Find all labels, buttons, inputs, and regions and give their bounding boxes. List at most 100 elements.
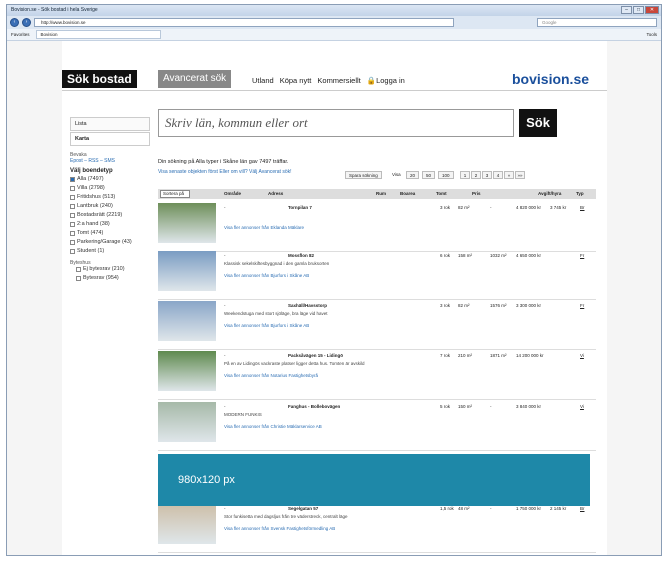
ad-banner[interactable]: 980x120 px (158, 454, 590, 506)
listing-type[interactable]: Vi (580, 353, 584, 358)
page-link[interactable]: » (504, 171, 514, 179)
bytes-checkbox[interactable]: Ej bytesrav (210) (76, 266, 150, 272)
listing-agent-link[interactable]: Visa fler annonser från Christie Mäklars… (224, 424, 322, 429)
nav-kommersiellt[interactable]: Kommersiellt (317, 76, 360, 85)
listing-address[interactable]: Segelgatan 57 (288, 506, 318, 511)
listing-type[interactable]: Fr (580, 253, 584, 258)
listing-agent-link[interactable]: Visa fler annonser från Notarius Fastigh… (224, 373, 318, 378)
listing-rooms: 7 rok (440, 353, 451, 358)
type-checkbox[interactable]: Student (1) (70, 248, 150, 254)
listing-agent-link[interactable]: Visa fler annonser från Bjurfors i Skåne… (224, 273, 309, 278)
listing-type[interactable]: Fr (580, 303, 584, 308)
type-checkbox[interactable]: Bostadsrätt (2219) (70, 212, 150, 218)
listing-photo[interactable] (158, 203, 216, 243)
listing-address[interactable]: Tornpilan 7 (288, 205, 312, 210)
listing-row[interactable]: - Fanghus - Bollebovägen 5 rok 150 m² - … (158, 402, 596, 448)
type-label: Alla (7497) (77, 176, 104, 182)
listing-photo[interactable] (158, 351, 216, 391)
listing-row[interactable]: - Packsåvägen 15 - Lidingö 7 rok 210 m² … (158, 351, 596, 397)
page-link[interactable]: »» (515, 171, 525, 179)
listing-area: - (224, 404, 226, 409)
listing-photo[interactable] (158, 301, 216, 341)
page-link[interactable]: 1 (460, 171, 470, 179)
close-icon[interactable]: ✕ (645, 6, 659, 14)
page-link[interactable]: 3 (482, 171, 492, 179)
url-input[interactable]: http://www.bovision.se (34, 18, 454, 27)
feeds-links[interactable]: Epost – RSS – SMS (70, 158, 150, 164)
listing-agent-link[interactable]: Visa fler annonser från Svensk Fastighet… (224, 526, 335, 531)
type-checkbox[interactable]: Villa (2798) (70, 185, 150, 191)
listing-type[interactable]: Br (580, 205, 585, 210)
listing-agent-link[interactable]: Visa fler annonser från Bjurfors i Skåne… (224, 323, 309, 328)
nav-kopa-nytt[interactable]: Köpa nytt (280, 76, 312, 85)
tab-sok-bostad[interactable]: Sök bostad (62, 70, 137, 88)
listing-area: - (224, 506, 226, 511)
save-search-button[interactable]: Spara sökning (345, 171, 382, 179)
type-checkbox[interactable]: 2:a hand (38) (70, 221, 150, 227)
map-view-button[interactable]: Karta (70, 132, 150, 146)
col-typ[interactable]: Typ (576, 191, 584, 196)
col-avgift[interactable]: Avgift/hyra (538, 191, 561, 196)
per-page-50[interactable]: 50 (422, 171, 436, 179)
listing-type[interactable]: Br (580, 506, 585, 511)
listing-row[interactable]: - Saxhäll/Havsstorp 3 rok 82 m² 1576 m² … (158, 301, 596, 347)
listing-agent-link[interactable]: Visa fler annonser från Eklanda Mäklare (224, 225, 304, 230)
listing-row[interactable]: - Segelgatan 57 1,5 rok 48 m² - 1 750 00… (158, 504, 596, 550)
bytes-checkbox[interactable]: Bytesrav (954) (76, 275, 150, 281)
listing-address[interactable]: Mossflon 82 (288, 253, 314, 258)
result-links[interactable]: Visa senaste objekten först Eller om vil… (158, 169, 292, 175)
nav-logga-in[interactable]: 🔒Logga in (367, 76, 405, 85)
tools-menu[interactable]: Tools (646, 32, 657, 37)
listing-address[interactable]: Packsåvägen 15 - Lidingö (288, 353, 343, 358)
maximize-icon[interactable]: □ (633, 6, 644, 14)
listing-row[interactable]: - Mossflon 82 6 rok 158 m² 1032 m² 4 650… (158, 251, 596, 297)
listing-photo[interactable] (158, 251, 216, 291)
listing-row[interactable]: - Tornpilan 7 3 rok 82 m² - 4 820 000 kr… (158, 203, 596, 249)
type-checkbox[interactable]: Fritidshus (513) (70, 194, 150, 200)
logo[interactable]: bovision.se (512, 71, 589, 87)
page-body: Sök bostad Avancerat sök Utland Köpa nyt… (62, 41, 607, 555)
search-button[interactable]: Sök (519, 109, 557, 137)
list-view-button[interactable]: Lista (70, 117, 150, 131)
listing-photo[interactable] (158, 402, 216, 442)
col-omrade[interactable]: Område (224, 191, 241, 196)
type-checkbox[interactable]: Lantbruk (240) (70, 203, 150, 209)
listing-price: 4 650 000 kr (516, 253, 542, 258)
type-checkbox[interactable]: Parkering/Garage (43) (70, 239, 150, 245)
type-checkbox[interactable]: Tomt (474) (70, 230, 150, 236)
col-adress[interactable]: Adress (268, 191, 283, 196)
type-label: 2:a hand (38) (77, 221, 110, 227)
back-icon[interactable]: ‹ (10, 18, 19, 27)
search-input[interactable]: Skriv län, kommun eller ort (158, 109, 514, 137)
favorites-button[interactable]: Favorites (11, 32, 30, 37)
col-pris[interactable]: Pris (472, 191, 481, 196)
browser-tab[interactable]: Bovision (35, 30, 161, 39)
browser-search-input[interactable]: Google (537, 18, 657, 27)
row-divider (158, 349, 596, 350)
col-tomt[interactable]: Tomt (436, 191, 447, 196)
listing-address[interactable]: Saxhäll/Havsstorp (288, 303, 327, 308)
type-heading: Välj boendetyp (70, 168, 113, 174)
listing-fee: 2 145 kr (550, 506, 567, 511)
page-viewport: Sök bostad Avancerat sök Utland Köpa nyt… (7, 41, 661, 555)
checkbox-icon (70, 203, 75, 209)
sidebar: Lista Karta Bevaka Epost – RSS – SMS Väl… (70, 117, 150, 284)
sort-select[interactable]: Sortera på (160, 190, 190, 198)
page-link[interactable]: 2 (471, 171, 481, 179)
listing-address[interactable]: Fanghus - Bollebovägen (288, 404, 340, 409)
col-rum[interactable]: Rum (376, 191, 386, 196)
listing-photo[interactable] (158, 504, 216, 544)
minimize-icon[interactable]: – (621, 6, 632, 14)
tab-avancerat-sok[interactable]: Avancerat sök (158, 70, 232, 88)
col-boarea[interactable]: Boarea (400, 191, 415, 196)
listing-rooms: 3 rok (440, 303, 451, 308)
page-link[interactable]: 4 (493, 171, 503, 179)
forward-icon[interactable]: › (22, 18, 31, 27)
nav-utland[interactable]: Utland (252, 76, 274, 85)
per-page-100[interactable]: 100 (438, 171, 454, 179)
per-page-20[interactable]: 20 (406, 171, 420, 179)
type-label: Villa (2798) (77, 185, 105, 191)
listing-price: 1 750 000 kr (516, 506, 542, 511)
listing-type[interactable]: Vi (580, 404, 584, 409)
type-checkbox[interactable]: Alla (7497) (70, 176, 150, 182)
